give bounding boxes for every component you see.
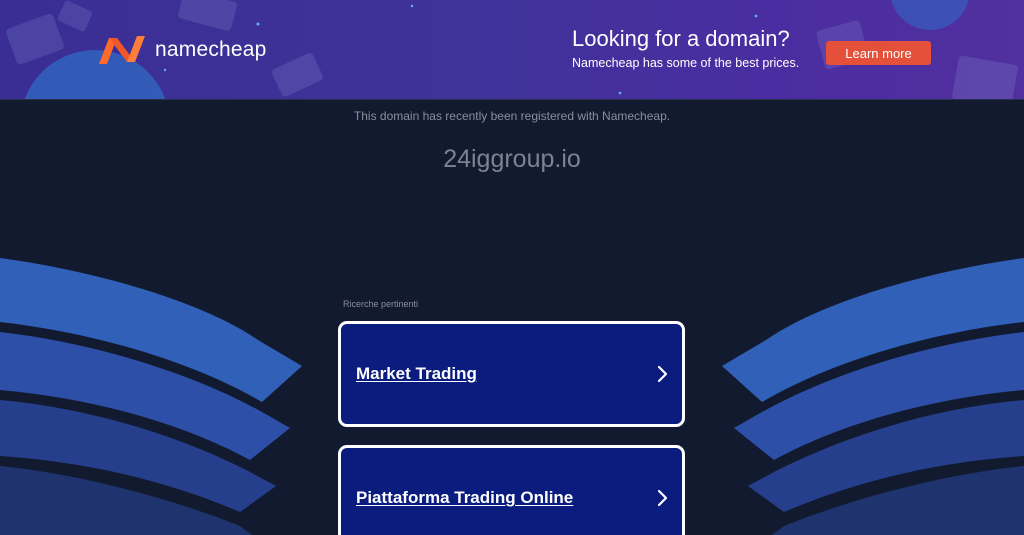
related-search-label[interactable]: Market Trading	[356, 364, 477, 384]
learn-more-button[interactable]: Learn more	[826, 41, 931, 65]
registered-note: This domain has recently been registered…	[353, 109, 671, 123]
chevron-right-icon	[657, 489, 668, 507]
namecheap-logo[interactable]: namecheap	[97, 34, 267, 66]
chevron-right-icon	[657, 365, 668, 383]
related-search-label[interactable]: Piattaforma Trading Online	[356, 488, 573, 508]
related-search-piattaforma-trading-online[interactable]: Piattaforma Trading Online	[338, 445, 685, 535]
logo-text: namecheap	[155, 38, 267, 61]
domain-name: 24iggroup.io	[443, 145, 581, 173]
promo-banner[interactable]: namecheap Looking for a domain? Namechea…	[0, 0, 1024, 100]
related-searches-label: Ricerche pertinenti	[343, 299, 419, 309]
promo-subtitle: Namecheap has some of the best prices.	[572, 56, 800, 70]
namecheap-logo-icon	[99, 36, 145, 64]
promo-text: Looking for a domain? Namecheap has some…	[572, 26, 799, 71]
promo-title: Looking for a domain?	[572, 26, 790, 51]
related-search-market-trading[interactable]: Market Trading	[338, 321, 685, 427]
parked-domain-page: namecheap Looking for a domain? Namechea…	[0, 0, 1024, 535]
